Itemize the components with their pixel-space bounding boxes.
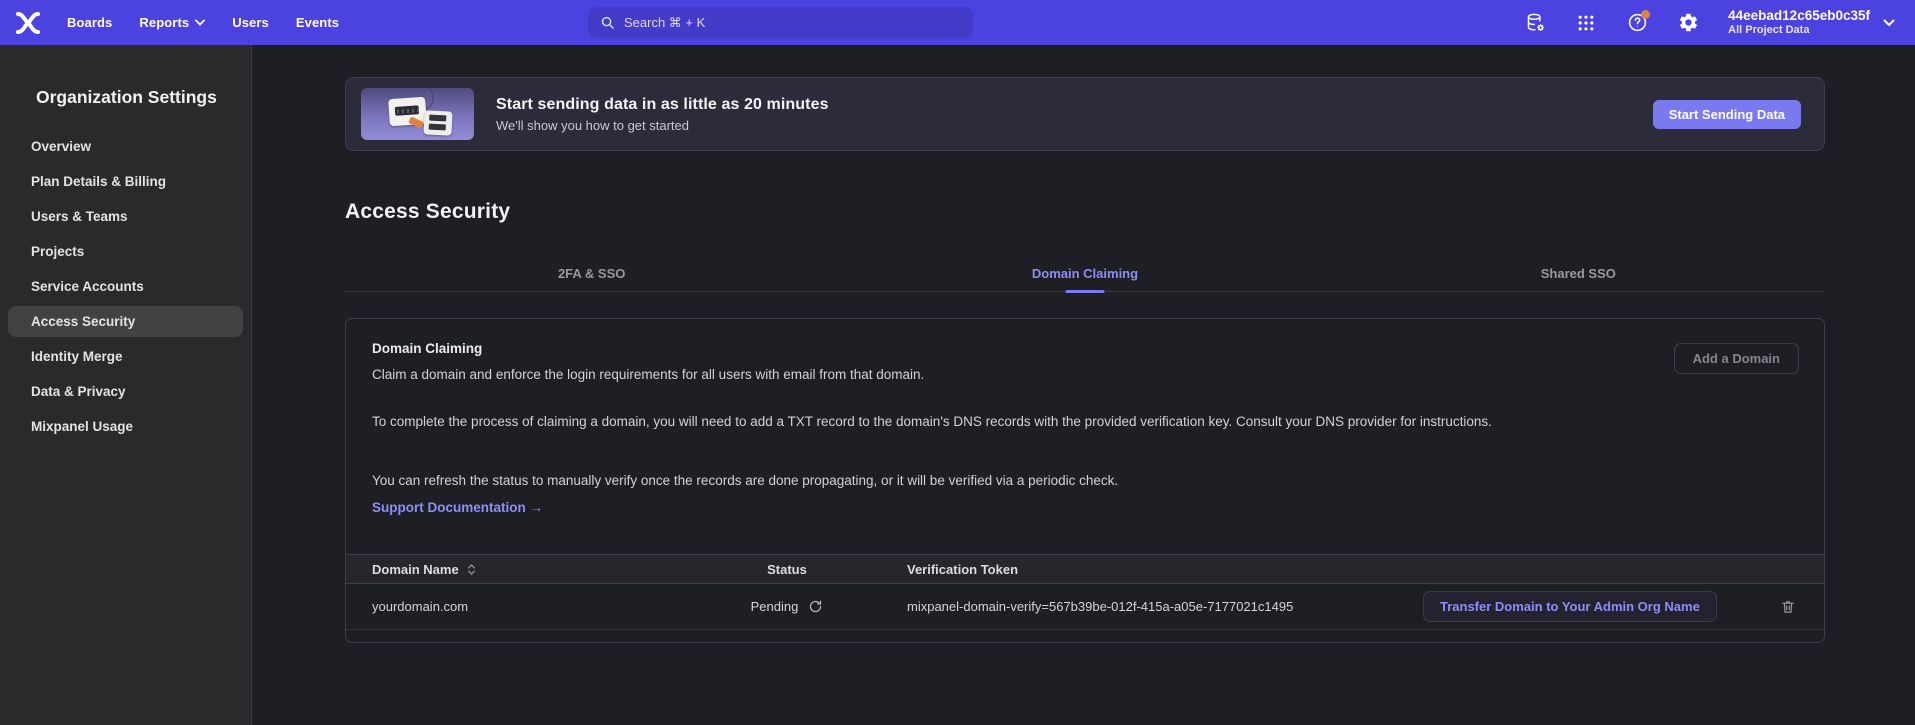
chevron-down-icon xyxy=(195,19,205,26)
domains-table: Domain Name Status Verification Token xyxy=(346,554,1824,630)
sidebar-item-label: Overview xyxy=(31,139,91,154)
tab-domain-claiming[interactable]: Domain Claiming xyxy=(838,255,1331,291)
notification-badge xyxy=(1641,10,1650,19)
sidebar-item-plan-details-billing[interactable]: Plan Details & Billing xyxy=(8,166,243,197)
status-badge: Pending xyxy=(751,599,799,614)
tab-label: Shared SSO xyxy=(1541,266,1616,281)
sidebar-item-label: Plan Details & Billing xyxy=(31,174,166,189)
tab-label: Domain Claiming xyxy=(1032,266,1138,281)
sidebar-item-overview[interactable]: Overview xyxy=(8,131,243,162)
sidebar-item-users-teams[interactable]: Users & Teams xyxy=(8,201,243,232)
add-domain-button[interactable]: Add a Domain xyxy=(1674,343,1799,374)
header-domain-name[interactable]: Domain Name xyxy=(346,562,712,577)
start-sending-data-button[interactable]: Start Sending Data xyxy=(1653,100,1801,129)
sidebar-item-label: Mixpanel Usage xyxy=(31,419,133,434)
sidebar-title: Organization Settings xyxy=(36,87,251,108)
access-security-tabs: 2FA & SSO Domain Claiming Shared SSO xyxy=(345,255,1825,292)
nav-item-events[interactable]: Events xyxy=(296,15,339,30)
search-placeholder: Search ⌘ + K xyxy=(624,15,705,31)
sort-icon xyxy=(467,563,476,576)
gear-icon[interactable] xyxy=(1677,12,1699,34)
tab-label: 2FA & SSO xyxy=(558,266,625,281)
panel-description-1: Claim a domain and enforce the login req… xyxy=(372,364,924,386)
mixpanel-logo-icon[interactable] xyxy=(14,10,41,35)
header-label: Status xyxy=(767,562,807,577)
sidebar-item-label: Users & Teams xyxy=(31,209,128,224)
domain-name-value: yourdomain.com xyxy=(372,599,468,614)
sidebar-item-service-accounts[interactable]: Service Accounts xyxy=(8,271,243,302)
table-header-row: Domain Name Status Verification Token xyxy=(346,554,1824,584)
nav-left-group: Boards Reports Users Events xyxy=(14,10,339,35)
tab-shared-sso[interactable]: Shared SSO xyxy=(1332,255,1825,291)
data-settings-icon[interactable] xyxy=(1524,12,1546,34)
search-input[interactable]: Search ⌘ + K xyxy=(588,7,973,38)
banner-illustration xyxy=(361,88,474,140)
top-navigation-bar: Boards Reports Users Events Search ⌘ + K xyxy=(0,0,1915,45)
chevron-down-icon xyxy=(1883,19,1895,27)
apps-grid-icon[interactable] xyxy=(1575,12,1597,34)
sidebar-item-data-privacy[interactable]: Data & Privacy xyxy=(8,376,243,407)
support-documentation-link[interactable]: Support Documentation → xyxy=(372,500,543,515)
search-icon xyxy=(600,15,615,30)
panel-description-2: To complete the process of claiming a do… xyxy=(372,411,1492,433)
sidebar-item-label: Projects xyxy=(31,244,84,259)
banner-text: Start sending data in as little as 20 mi… xyxy=(496,96,829,133)
nav-item-label: Boards xyxy=(67,15,112,30)
project-info: 44eebad12c65eb0c35f All Project Data xyxy=(1728,8,1870,37)
sidebar-item-access-security[interactable]: Access Security xyxy=(8,306,243,337)
org-id: 44eebad12c65eb0c35f xyxy=(1728,8,1870,24)
main-content: Start sending data in as little as 20 mi… xyxy=(253,45,1915,725)
nav-item-users[interactable]: Users xyxy=(232,15,269,30)
nav-right-group: 44eebad12c65eb0c35f All Project Data xyxy=(1524,8,1915,37)
cell-status: Pending xyxy=(712,599,862,614)
org-settings-sidebar: Organization Settings Overview Plan Deta… xyxy=(0,45,252,725)
sidebar-item-identity-merge[interactable]: Identity Merge xyxy=(8,341,243,372)
banner-subtitle: We'll show you how to get started xyxy=(496,118,829,133)
sidebar-item-label: Identity Merge xyxy=(31,349,123,364)
nav-menu: Boards Reports Users Events xyxy=(67,15,339,30)
transfer-domain-button[interactable]: Transfer Domain to Your Admin Org Name xyxy=(1423,591,1717,622)
onboarding-banner: Start sending data in as little as 20 mi… xyxy=(345,77,1825,151)
trash-icon xyxy=(1780,598,1796,615)
sidebar-item-label: Access Security xyxy=(31,314,135,329)
nav-item-reports[interactable]: Reports xyxy=(139,15,205,30)
sidebar-menu: Overview Plan Details & Billing Users & … xyxy=(0,131,251,442)
tab-2fa-sso[interactable]: 2FA & SSO xyxy=(345,255,838,291)
nav-item-label: Events xyxy=(296,15,339,30)
mixpanel-org-settings-page: Boards Reports Users Events Search ⌘ + K xyxy=(0,0,1915,725)
nav-item-boards[interactable]: Boards xyxy=(67,15,112,30)
sidebar-item-mixpanel-usage[interactable]: Mixpanel Usage xyxy=(8,411,243,442)
header-status: Status xyxy=(712,562,862,577)
panel-description-3: You can refresh the status to manually v… xyxy=(372,470,1118,492)
domain-table-row: yourdomain.com Pending mixpanel-domain-v… xyxy=(346,584,1824,630)
sidebar-item-projects[interactable]: Projects xyxy=(8,236,243,267)
header-label: Verification Token xyxy=(907,562,1018,577)
cell-verification-token: mixpanel-domain-verify=567b39be-012f-415… xyxy=(862,599,1423,614)
banner-title: Start sending data in as little as 20 mi… xyxy=(496,96,829,114)
nav-item-label: Users xyxy=(232,15,269,30)
nav-item-label: Reports xyxy=(139,15,189,30)
active-tab-indicator xyxy=(1065,290,1104,293)
panel-title: Domain Claiming xyxy=(372,341,482,356)
header-verification-token: Verification Token xyxy=(862,562,1423,577)
project-switcher[interactable]: 44eebad12c65eb0c35f All Project Data xyxy=(1728,8,1895,37)
project-scope: All Project Data xyxy=(1728,24,1870,37)
cell-domain-name: yourdomain.com xyxy=(346,599,712,614)
header-label: Domain Name xyxy=(372,562,459,577)
help-icon[interactable] xyxy=(1626,12,1648,34)
refresh-icon[interactable] xyxy=(808,599,823,614)
delete-domain-button[interactable] xyxy=(1780,598,1796,615)
domain-claiming-panel: Domain Claiming Add a Domain Claim a dom… xyxy=(345,318,1825,643)
page-title: Access Security xyxy=(345,200,1825,224)
verification-token-value: mixpanel-domain-verify=567b39be-012f-415… xyxy=(907,599,1293,614)
sidebar-item-label: Service Accounts xyxy=(31,279,144,294)
sidebar-item-label: Data & Privacy xyxy=(31,384,126,399)
cell-actions: Transfer Domain to Your Admin Org Name xyxy=(1423,591,1824,622)
